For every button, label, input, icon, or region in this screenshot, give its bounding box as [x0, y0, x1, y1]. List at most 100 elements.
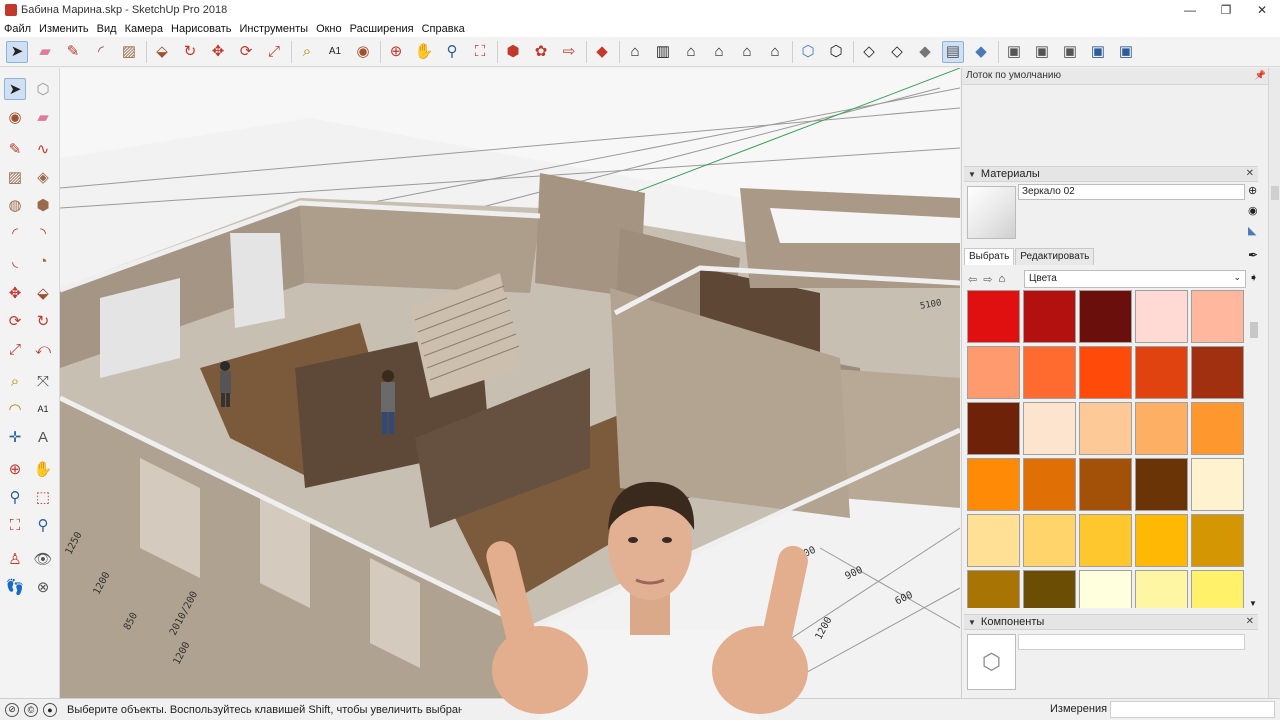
color-swatch[interactable] — [967, 290, 1020, 343]
color-swatch[interactable] — [1191, 570, 1244, 608]
top-view-icon[interactable]: ▥ — [652, 41, 674, 63]
make-component-icon[interactable]: ⬡ — [32, 78, 54, 100]
rotated-rectangle-icon[interactable]: ◈ — [32, 166, 54, 188]
menu-tools[interactable]: Инструменты — [239, 23, 308, 35]
user-icon[interactable]: ● — [43, 702, 57, 717]
union-icon[interactable]: ▣ — [1003, 41, 1025, 63]
rectangle-tool-icon[interactable]: ▨ — [118, 41, 140, 63]
measurements-field[interactable] — [1110, 701, 1275, 718]
color-swatch[interactable] — [967, 346, 1020, 399]
arc-tool-icon[interactable]: ◜ — [4, 222, 26, 244]
pencil-tool-icon[interactable]: ✎ — [62, 41, 84, 63]
pin-icon[interactable]: 📌 — [1255, 70, 1266, 81]
ruby-console-icon[interactable]: ◆ — [591, 41, 613, 63]
details-arrow-icon[interactable]: ➧ — [1249, 271, 1258, 284]
minimize-button[interactable]: — — [1172, 0, 1208, 20]
back-edges-icon[interactable]: ⬡ — [825, 41, 847, 63]
color-swatch[interactable] — [1135, 402, 1188, 455]
follow-me-tool-icon[interactable]: ↻ — [32, 310, 54, 332]
color-swatch[interactable] — [967, 570, 1020, 608]
color-swatch[interactable] — [967, 458, 1020, 511]
swatch-scrollbar[interactable]: ▼ — [1249, 290, 1259, 608]
arc-tool-icon[interactable]: ◜ — [90, 41, 112, 63]
three-point-arc-icon[interactable]: ◟ — [4, 250, 26, 272]
extension-warehouse-icon[interactable]: ✿ — [530, 41, 552, 63]
color-swatch[interactable] — [1079, 514, 1132, 567]
color-swatch[interactable] — [1191, 346, 1244, 399]
color-swatch[interactable] — [1191, 402, 1244, 455]
shaded-icon[interactable]: ◆ — [914, 41, 936, 63]
menu-extensions[interactable]: Расширения — [350, 23, 414, 35]
trim-icon[interactable]: ▣ — [1087, 41, 1109, 63]
tray-scrollbar[interactable] — [1268, 68, 1280, 698]
home-icon[interactable]: ⌂ — [998, 273, 1005, 285]
material-name-field[interactable]: Зеркало 02 — [1018, 184, 1245, 200]
maximize-button[interactable]: ❐ — [1208, 0, 1244, 20]
send-to-layout-icon[interactable]: ⇨ — [558, 41, 580, 63]
materials-panel-header[interactable]: ▼ Материалы ✕ — [964, 166, 1258, 182]
right-view-icon[interactable]: ⌂ — [708, 41, 730, 63]
zoom-extents-icon[interactable]: ⛶ — [4, 514, 26, 536]
color-swatch[interactable] — [1023, 570, 1076, 608]
geo-location-icon[interactable]: ⊘ — [5, 702, 19, 717]
sample-paint-icon[interactable]: ◣ — [1248, 224, 1256, 237]
close-button[interactable]: ✕ — [1244, 0, 1280, 20]
color-swatch[interactable] — [1023, 346, 1076, 399]
rectangle-tool-icon[interactable]: ▨ — [4, 166, 26, 188]
rotate-tool-icon[interactable]: ⟳ — [235, 41, 257, 63]
menu-camera[interactable]: Камера — [125, 23, 163, 35]
protractor-icon[interactable]: ◠ — [4, 398, 26, 420]
line-tool-icon[interactable]: ✎ — [4, 138, 26, 160]
text-tool-icon[interactable]: A1 — [32, 398, 54, 420]
select-tool-icon[interactable]: ➤ — [6, 40, 28, 63]
paint-bucket-icon[interactable]: ◉ — [1248, 204, 1258, 217]
push-pull-tool-icon[interactable]: ⬙ — [32, 282, 54, 304]
xray-icon[interactable]: ⬡ — [797, 41, 819, 63]
previous-view-icon[interactable]: ⚲ — [32, 514, 54, 536]
hidden-line-icon[interactable]: ◇ — [886, 41, 908, 63]
color-swatch[interactable] — [1135, 290, 1188, 343]
axes-tool-icon[interactable]: ✛ — [4, 426, 26, 448]
color-swatch[interactable] — [1135, 570, 1188, 608]
shaded-textures-icon[interactable]: ▤ — [942, 40, 964, 63]
zoom-extents-tool-icon[interactable]: ⛶ — [469, 41, 491, 63]
subtract-icon[interactable]: ▣ — [1031, 41, 1053, 63]
close-panel-icon[interactable]: ✕ — [1246, 616, 1254, 627]
move-tool-icon[interactable]: ✥ — [207, 41, 229, 63]
zoom-tool-icon[interactable]: ⚲ — [441, 41, 463, 63]
menu-view[interactable]: Вид — [97, 23, 117, 35]
color-swatch[interactable] — [1023, 458, 1076, 511]
scrollbar-thumb[interactable] — [1250, 322, 1258, 338]
two-point-arc-icon[interactable]: ◝ — [32, 222, 54, 244]
pie-tool-icon[interactable]: ◔ — [32, 250, 54, 272]
paint-bucket-icon[interactable]: ◉ — [4, 106, 26, 128]
forward-arrow-icon[interactable]: ⇨ — [983, 273, 992, 286]
left-view-icon[interactable]: ⌂ — [764, 41, 786, 63]
split-icon[interactable]: ▣ — [1115, 41, 1137, 63]
offset-tool-icon[interactable]: ⤺ — [32, 338, 54, 360]
iso-view-icon[interactable]: ⌂ — [624, 41, 646, 63]
eyedropper-icon[interactable]: ✒ — [1248, 248, 1258, 262]
monochrome-icon[interactable]: ◆ — [970, 41, 992, 63]
color-swatch[interactable] — [1023, 402, 1076, 455]
color-swatch[interactable] — [1191, 514, 1244, 567]
color-swatch[interactable] — [1191, 290, 1244, 343]
credits-icon[interactable]: © — [24, 702, 38, 717]
color-swatch[interactable] — [1135, 514, 1188, 567]
orbit-tool-icon[interactable]: ⊕ — [385, 41, 407, 63]
color-swatch[interactable] — [1079, 458, 1132, 511]
tab-select[interactable]: Выбрать — [964, 248, 1015, 265]
scale-tool-icon[interactable]: ⤢ — [4, 338, 26, 360]
dimension-tool-icon[interactable]: ⤧ — [32, 370, 54, 392]
menu-draw[interactable]: Нарисовать — [171, 23, 231, 35]
section-plane-icon[interactable]: ⊗ — [32, 576, 54, 598]
pan-tool-icon[interactable]: ✋ — [32, 458, 54, 480]
color-swatch[interactable] — [1023, 290, 1076, 343]
color-swatch[interactable] — [1079, 402, 1132, 455]
scroll-down-icon[interactable]: ▼ — [1249, 599, 1257, 608]
pan-tool-icon[interactable]: ✋ — [413, 41, 435, 63]
menu-edit[interactable]: Изменить — [39, 23, 89, 35]
warehouse-icon[interactable]: ⬢ — [502, 41, 524, 63]
color-swatch[interactable] — [967, 402, 1020, 455]
color-swatch[interactable] — [1135, 458, 1188, 511]
